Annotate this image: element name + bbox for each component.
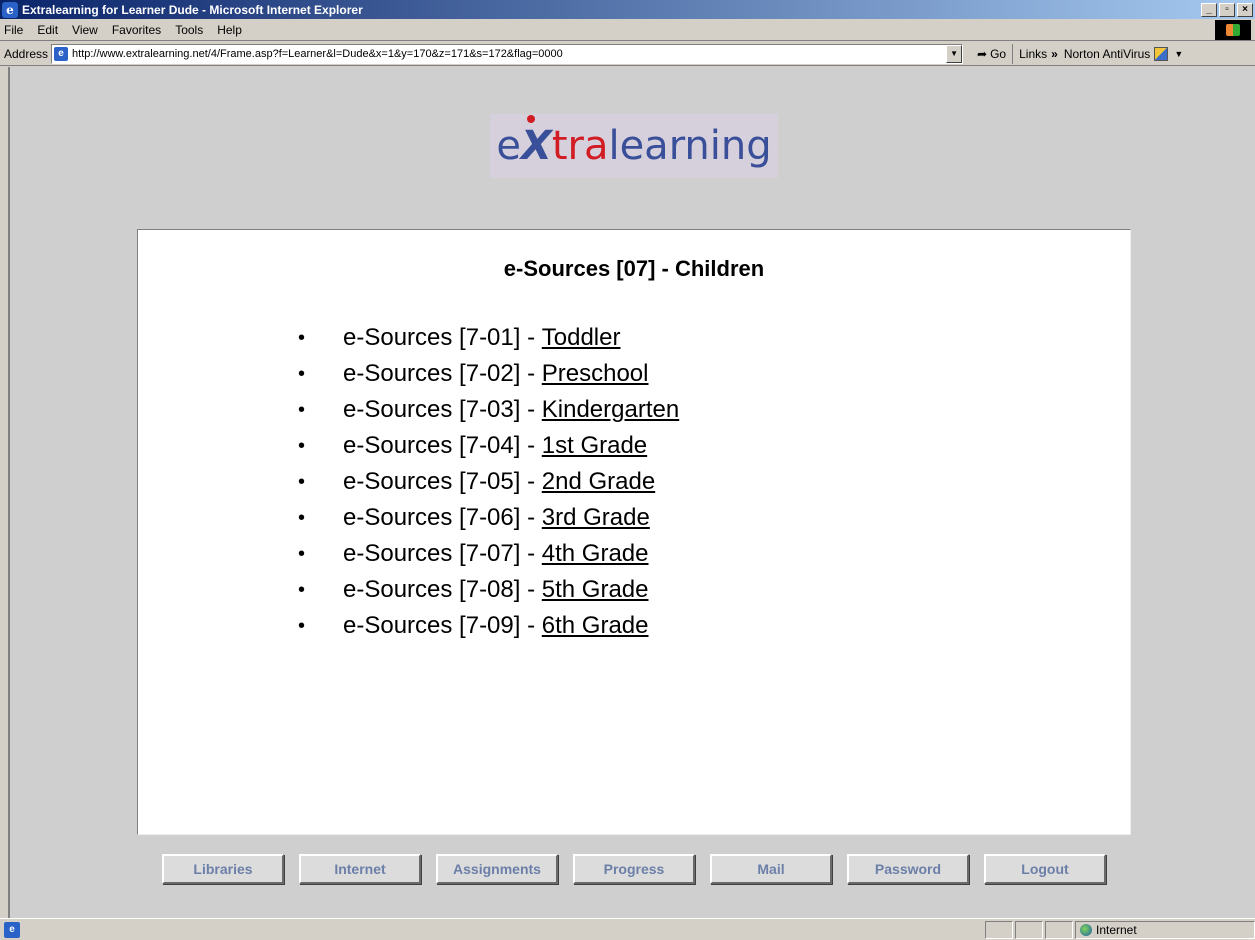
- item-prefix: e-Sources [7-01] -: [343, 324, 536, 351]
- logo-dot: [526, 115, 535, 123]
- menu-favorites[interactable]: Favorites: [106, 23, 169, 37]
- menu-view[interactable]: View: [66, 23, 106, 37]
- page-title: e-Sources [07] - Children: [503, 256, 765, 281]
- menu-file[interactable]: File: [0, 23, 31, 37]
- status-pane: [1045, 920, 1073, 939]
- list-item: • e-Sources [7-01] - Toddler: [298, 320, 679, 356]
- bullet: •: [298, 578, 306, 601]
- bullet: •: [298, 542, 306, 565]
- status-bar: e Internet: [0, 918, 1255, 940]
- chevron-right-icon[interactable]: »: [1051, 47, 1058, 61]
- internet-button[interactable]: Internet: [299, 854, 421, 884]
- list-item: • e-Sources [7-03] - Kindergarten: [298, 392, 679, 428]
- link-2nd-grade[interactable]: 2nd Grade: [542, 468, 655, 496]
- logout-button[interactable]: Logout: [984, 854, 1106, 884]
- window-title: Extralearning for Learner Dude - Microso…: [22, 2, 363, 17]
- links-label[interactable]: Links: [1019, 47, 1047, 61]
- source-list: • e-Sources [7-01] - Toddler • e-Sources […: [298, 320, 679, 644]
- item-prefix: e-Sources [7-04] -: [343, 432, 536, 459]
- link-6th-grade[interactable]: 6th Grade: [542, 612, 649, 640]
- norton-icon[interactable]: [1154, 46, 1169, 61]
- link-4th-grade[interactable]: 4th Grade: [542, 540, 649, 568]
- title-bar: e Extralearning for Learner Dude - Micro…: [0, 0, 1255, 19]
- bullet: •: [298, 506, 306, 529]
- address-bar: Address e http://www.extralearning.net/4…: [0, 42, 1255, 66]
- page-icon: e: [54, 46, 69, 61]
- page-status-icon: e: [4, 921, 20, 938]
- address-url[interactable]: http://www.extralearning.net/4/Frame.asp…: [72, 48, 563, 60]
- list-item: • e-Sources [7-05] - 2nd Grade: [298, 464, 679, 500]
- assignments-button[interactable]: Assignments: [436, 854, 558, 884]
- address-field[interactable]: e http://www.extralearning.net/4/Frame.a…: [51, 43, 964, 64]
- mail-button[interactable]: Mail: [710, 854, 832, 884]
- bullet: •: [298, 470, 306, 493]
- go-button[interactable]: ➦ Go: [971, 43, 1014, 64]
- logo-part-x-letter: X: [520, 123, 552, 169]
- bullet: •: [298, 398, 306, 421]
- status-pane: [985, 920, 1013, 939]
- window-controls: _ ▫ ×: [1201, 2, 1253, 17]
- libraries-button[interactable]: Libraries: [162, 854, 284, 884]
- security-zone[interactable]: Internet: [1075, 920, 1255, 939]
- windows-logo-icon: [1215, 20, 1251, 40]
- list-item: • e-Sources [7-02] - Preschool: [298, 356, 679, 392]
- menu-bar: File Edit View Favorites Tools Help: [0, 19, 1255, 41]
- link-5th-grade[interactable]: 5th Grade: [542, 576, 649, 604]
- links-toolbar: Links » Norton AntiVirus ▼: [1013, 46, 1189, 61]
- list-item: • e-Sources [7-04] - 1st Grade: [298, 428, 679, 464]
- item-prefix: e-Sources [7-03] -: [343, 396, 536, 423]
- link-kindergarten[interactable]: Kindergarten: [542, 396, 679, 424]
- menu-edit[interactable]: Edit: [31, 23, 66, 37]
- nav-button-row: Libraries Internet Assignments Progress …: [162, 854, 1106, 884]
- link-preschool[interactable]: Preschool: [542, 360, 649, 388]
- address-label: Address: [4, 46, 49, 61]
- chevron-down-icon[interactable]: ▼: [1174, 49, 1183, 59]
- zone-label: Internet: [1096, 922, 1137, 937]
- norton-antivirus-label[interactable]: Norton AntiVirus: [1064, 47, 1151, 61]
- list-item: • e-Sources [7-09] - 6th Grade: [298, 608, 679, 644]
- link-1st-grade[interactable]: 1st Grade: [542, 432, 647, 460]
- logo-part-learning: learning: [608, 123, 772, 169]
- item-prefix: e-Sources [7-08] -: [343, 576, 536, 603]
- browser-viewport: e Xtra learning e-Sources [07] - Children …: [8, 67, 1255, 918]
- globe-icon: [1080, 923, 1092, 936]
- item-prefix: e-Sources [7-07] -: [343, 540, 536, 567]
- item-prefix: e-Sources [7-06] -: [343, 504, 536, 531]
- bullet: •: [298, 434, 306, 457]
- link-3rd-grade[interactable]: 3rd Grade: [542, 504, 650, 532]
- password-button[interactable]: Password: [847, 854, 969, 884]
- link-toddler[interactable]: Toddler: [542, 324, 621, 352]
- menu-help[interactable]: Help: [211, 23, 250, 37]
- list-item: • e-Sources [7-08] - 5th Grade: [298, 572, 679, 608]
- address-dropdown-button[interactable]: ▼: [946, 44, 963, 63]
- close-button[interactable]: ×: [1237, 2, 1253, 17]
- minimize-button[interactable]: _: [1201, 2, 1217, 17]
- logo-part-e: e: [496, 123, 521, 169]
- item-prefix: e-Sources [7-02] -: [343, 360, 536, 387]
- ie-icon: e: [2, 1, 18, 18]
- status-pane: [1015, 920, 1043, 939]
- content-panel: e-Sources [07] - Children • e-Sources [7-…: [137, 229, 1131, 835]
- progress-button[interactable]: Progress: [573, 854, 695, 884]
- item-prefix: e-Sources [7-05] -: [343, 468, 536, 495]
- extralearning-logo: e Xtra learning: [490, 114, 778, 178]
- bullet: •: [298, 614, 306, 637]
- go-arrow-icon: ➦: [977, 46, 988, 61]
- logo-part-x: X: [520, 115, 552, 169]
- go-label: Go: [990, 46, 1007, 61]
- logo-part-tra: tra: [551, 123, 609, 169]
- bullet: •: [298, 362, 306, 385]
- item-prefix: e-Sources [7-09] -: [343, 612, 536, 639]
- menu-tools[interactable]: Tools: [169, 23, 211, 37]
- list-item: • e-Sources [7-06] - 3rd Grade: [298, 500, 679, 536]
- list-item: • e-Sources [7-07] - 4th Grade: [298, 536, 679, 572]
- restore-button[interactable]: ▫: [1219, 2, 1235, 17]
- bullet: •: [298, 326, 306, 349]
